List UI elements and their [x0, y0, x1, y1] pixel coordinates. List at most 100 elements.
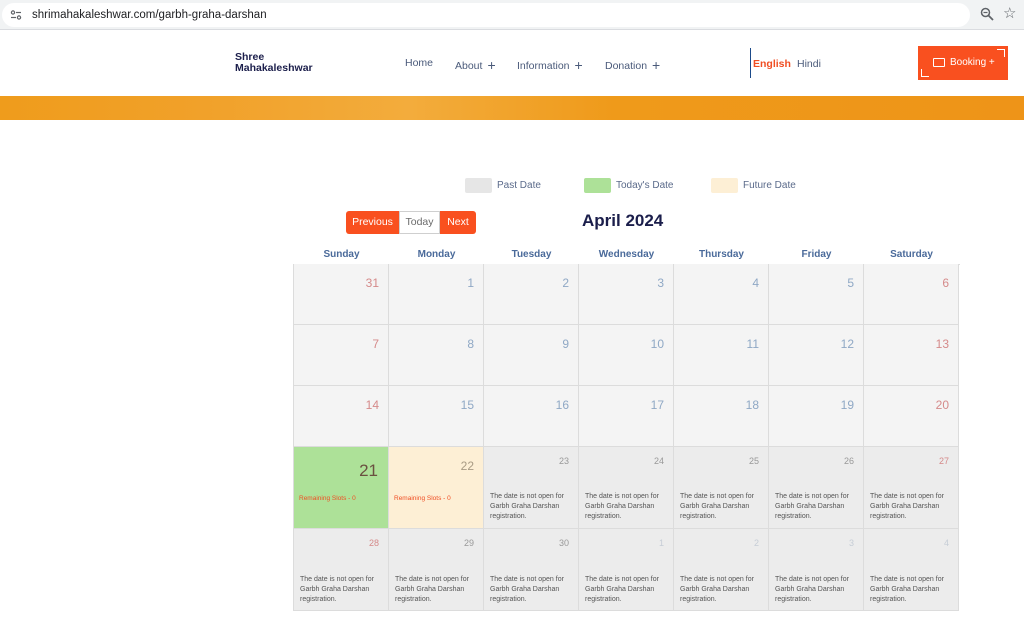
- calendar-day-cell: 17: [579, 386, 674, 447]
- registration-closed-note: The date is not open for Garbh Graha Dar…: [585, 576, 659, 603]
- registration-closed-note: The date is not open for Garbh Graha Dar…: [680, 493, 754, 520]
- calendar-day-number: 6: [942, 276, 949, 290]
- registration-closed-note: The date is not open for Garbh Graha Dar…: [490, 576, 564, 603]
- legend-swatch-today: [584, 178, 611, 193]
- weekday-header-monday: Monday: [417, 249, 456, 260]
- weekday-header-sunday: Sunday: [323, 249, 360, 260]
- calendar-day-number: 15: [460, 398, 474, 412]
- next-month-button[interactable]: Next: [440, 211, 476, 234]
- calendar-day-number: 1: [658, 538, 664, 548]
- calendar-day-cell: 16: [484, 386, 579, 447]
- language-hindi[interactable]: Hindi: [797, 58, 821, 70]
- calendar-day-number: 1: [467, 276, 474, 290]
- calendar-day-cell: 31: [294, 264, 389, 325]
- calendar-day-cell: 3 The date is not open for Garbh Graha Da…: [769, 529, 864, 611]
- calendar-day-number: 4: [752, 276, 759, 290]
- corner-decoration: [921, 69, 929, 77]
- calendar-day-number: 13: [935, 337, 949, 351]
- url-text[interactable]: shrimahakaleshwar.com/garbh-graha-darsha…: [32, 7, 267, 23]
- registration-closed-note: The date is not open for Garbh Graha Dar…: [870, 576, 944, 603]
- logo-line-2: Mahakaleshwar: [235, 62, 313, 74]
- calendar-day-cell: 9: [484, 325, 579, 386]
- calendar-day-number: 28: [368, 538, 379, 548]
- calendar-day-cell: 6: [864, 264, 959, 325]
- page-banner: [0, 96, 1024, 120]
- calendar-day-number: 3: [657, 276, 664, 290]
- registration-closed-note: The date is not open for Garbh Graha Dar…: [775, 576, 849, 603]
- calendar-day-cell: 13: [864, 325, 959, 386]
- legend-swatch-past: [465, 178, 492, 193]
- nav-about-label: About: [455, 60, 483, 72]
- calendar-day-cell: 8: [389, 325, 484, 386]
- weekday-header-thursday: Thursday: [698, 249, 744, 260]
- calendar-day-number: 29: [463, 538, 474, 548]
- calendar-day-cell[interactable]: 21 Remaining Slots - 0: [294, 447, 389, 529]
- legend-swatch-future: [711, 178, 738, 193]
- calendar-day-cell: 29 The date is not open for Garbh Graha D…: [389, 529, 484, 611]
- calendar-day-number: 11: [746, 337, 759, 351]
- calendar-day-number: 23: [558, 456, 569, 466]
- calendar-day-cell: 3: [579, 264, 674, 325]
- booking-button[interactable]: Booking +: [918, 46, 1008, 80]
- remaining-slots-label: Remaining Slots - 0: [394, 495, 451, 502]
- zoom-icon[interactable]: [980, 7, 994, 21]
- calendar-day-number: 22: [460, 459, 474, 473]
- calendar-day-cell: 14: [294, 386, 389, 447]
- calendar-day-cell: 7: [294, 325, 389, 386]
- language-english[interactable]: English: [753, 58, 791, 70]
- calendar-day-cell: 4: [674, 264, 769, 325]
- calendar-day-number: 4: [943, 538, 949, 548]
- calendar-month-title: April 2024: [582, 211, 664, 230]
- ticket-icon: [933, 58, 945, 67]
- legend-future-label: Future Date: [743, 180, 796, 191]
- remaining-slots-label: Remaining Slots - 0: [299, 495, 356, 502]
- calendar-day-number: 12: [840, 337, 854, 351]
- today-button[interactable]: Today: [399, 211, 440, 234]
- nav-donation-label: Donation: [605, 60, 648, 72]
- registration-closed-note: The date is not open for Garbh Graha Dar…: [775, 493, 849, 520]
- calendar-day-number: 18: [745, 398, 759, 412]
- registration-closed-note: The date is not open for Garbh Graha Dar…: [300, 576, 374, 603]
- calendar-day-number: 5: [847, 276, 854, 290]
- calendar-day-number: 2: [562, 276, 569, 290]
- legend-today-label: Today's Date: [616, 180, 674, 191]
- calendar-day-cell: 27 The date is not open for Garbh Graha D…: [864, 447, 959, 529]
- site-settings-icon[interactable]: [10, 9, 22, 21]
- nav-donation[interactable]: Donation +: [605, 57, 660, 73]
- calendar-day-cell: 20: [864, 386, 959, 447]
- corner-decoration: [997, 49, 1005, 57]
- registration-closed-note: The date is not open for Garbh Graha Dar…: [870, 493, 944, 520]
- calendar-day-number: 10: [650, 337, 664, 351]
- calendar-day-cell: 2: [484, 264, 579, 325]
- nav-information-label: Information: [517, 60, 570, 72]
- calendar-day-cell: 1 The date is not open for Garbh Graha Da…: [579, 529, 674, 611]
- booking-label: Booking +: [950, 57, 995, 68]
- calendar-day-number: 3: [848, 538, 854, 548]
- weekday-header-saturday: Saturday: [890, 249, 933, 260]
- calendar-day-number: 19: [840, 398, 854, 412]
- calendar-day-number: 14: [365, 398, 379, 412]
- previous-month-button[interactable]: Previous: [346, 211, 399, 234]
- calendar-day-cell: 15: [389, 386, 484, 447]
- plus-icon: +: [574, 57, 583, 73]
- calendar-day-cell[interactable]: 22 Remaining Slots - 0: [389, 447, 484, 529]
- language-divider: [750, 48, 751, 78]
- address-bar[interactable]: shrimahakaleshwar.com/garbh-graha-darsha…: [2, 3, 970, 27]
- calendar-day-number: 2: [753, 538, 759, 548]
- nav-home[interactable]: Home: [405, 57, 433, 69]
- nav-information[interactable]: Information +: [517, 57, 583, 73]
- site-logo[interactable]: Shree Mahakaleshwar: [235, 52, 313, 74]
- calendar-day-cell: 23 The date is not open for Garbh Graha D…: [484, 447, 579, 529]
- bookmark-star-icon[interactable]: ☆: [1003, 6, 1016, 22]
- calendar-day-cell: 5: [769, 264, 864, 325]
- site-header: Shree Mahakaleshwar Home About + Informat…: [0, 30, 1024, 96]
- calendar-day-cell: 28 The date is not open for Garbh Graha D…: [294, 529, 389, 611]
- weekday-header-tuesday: Tuesday: [511, 249, 552, 260]
- calendar-day-cell: 11: [674, 325, 769, 386]
- calendar-day-number: 25: [748, 456, 759, 466]
- calendar-day-cell: 2 The date is not open for Garbh Graha Da…: [674, 529, 769, 611]
- calendar-day-cell: 24 The date is not open for Garbh Graha D…: [579, 447, 674, 529]
- registration-closed-note: The date is not open for Garbh Graha Dar…: [585, 493, 659, 520]
- calendar-day-number: 24: [653, 456, 664, 466]
- nav-about[interactable]: About +: [455, 57, 496, 73]
